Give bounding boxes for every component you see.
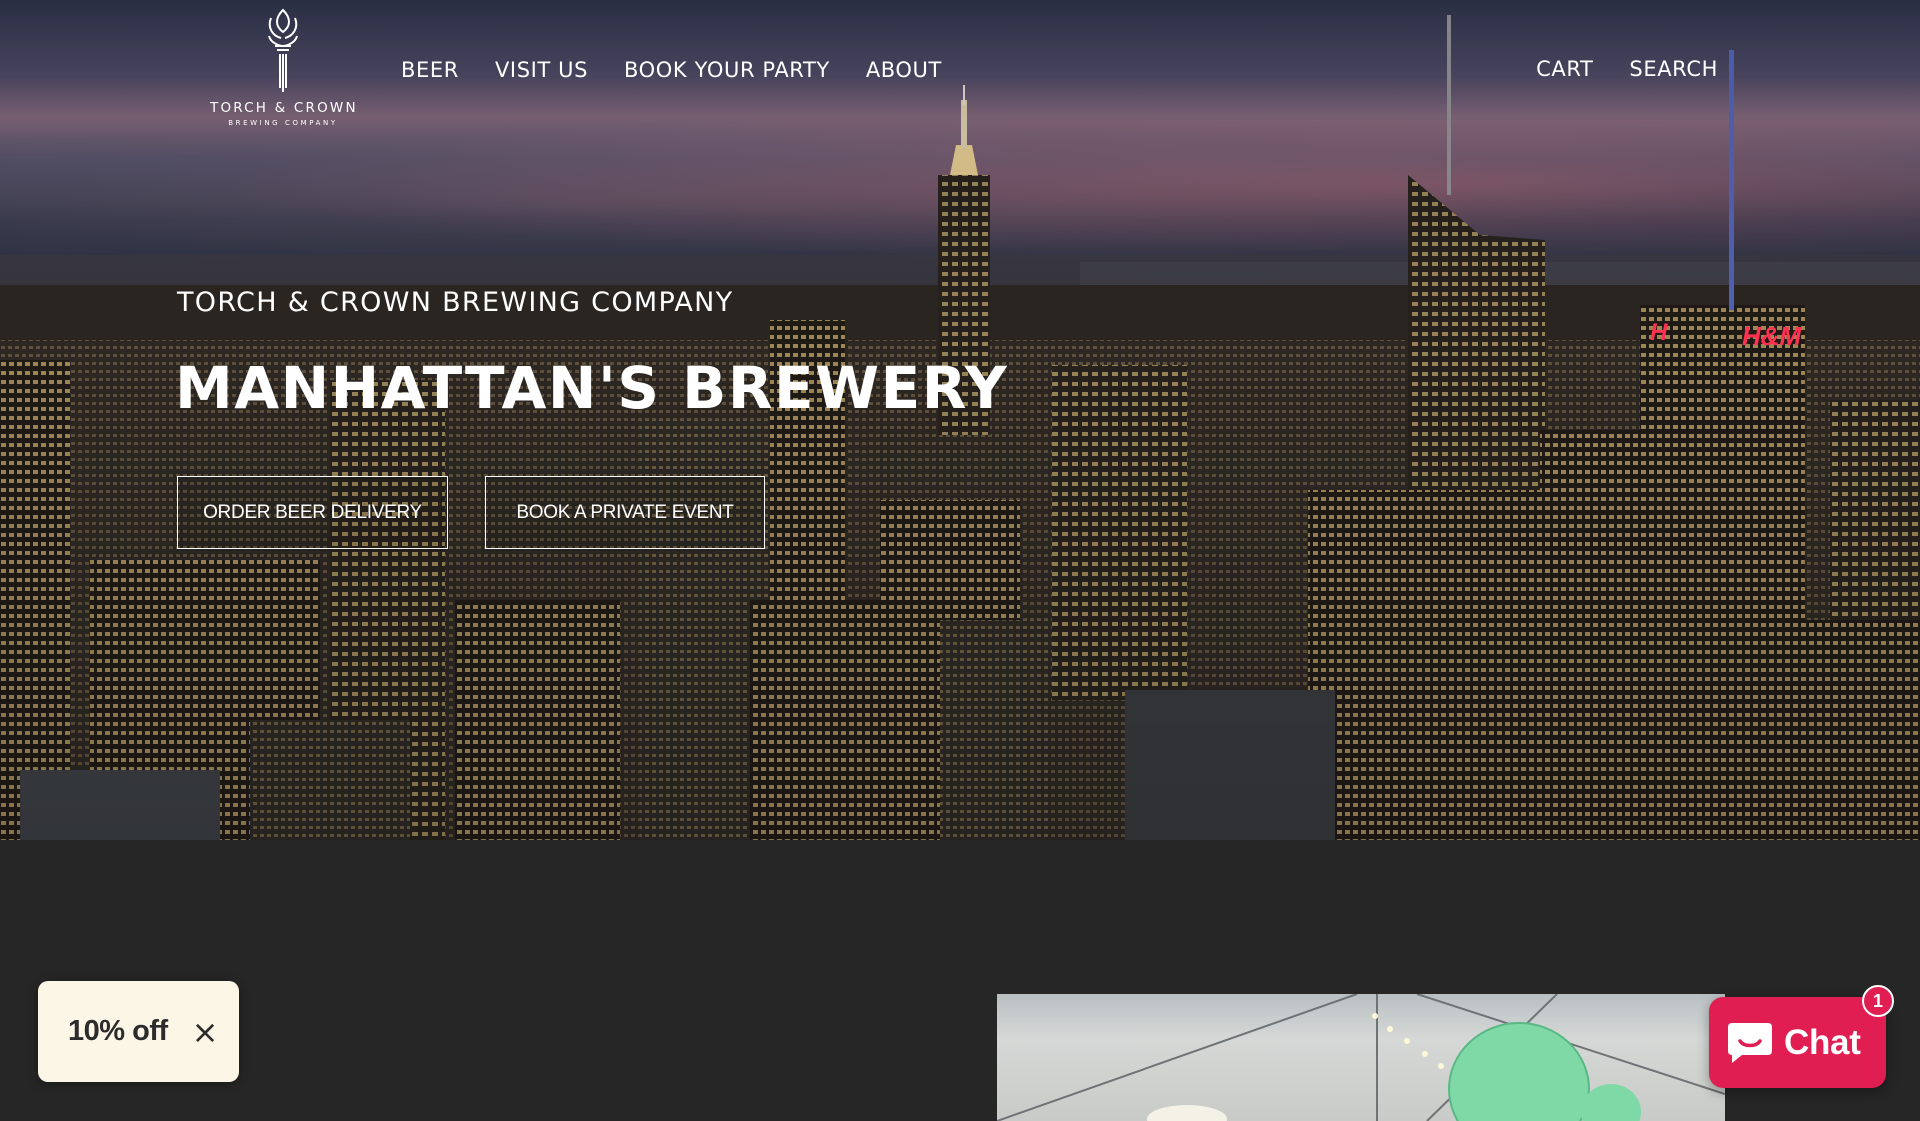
brand-logo[interactable]: TORCH & CROWN BREWING COMPANY [210, 6, 356, 127]
chat-label: Chat [1784, 1022, 1861, 1062]
torch-hop-icon [268, 8, 298, 92]
discount-tab[interactable]: 10% off × [38, 981, 239, 1082]
chat-notification-badge: 1 [1862, 985, 1894, 1017]
discount-label: 10% off [68, 1015, 168, 1047]
order-beer-delivery-button[interactable]: ORDER BEER DELIVERY [177, 476, 448, 549]
chat-bubble-icon [1728, 1022, 1772, 1063]
close-icon[interactable]: × [192, 1016, 219, 1048]
hero-eyebrow: TORCH & CROWN BREWING COMPANY [177, 287, 734, 318]
nav-item-visit-us[interactable]: VISIT US [495, 58, 588, 82]
nav-item-about[interactable]: ABOUT [866, 58, 942, 82]
nav-item-book-your-party[interactable]: BOOK YOUR PARTY [624, 58, 830, 82]
logo-wordmark: TORCH & CROWN [210, 100, 358, 116]
nav-item-beer[interactable]: BEER [401, 58, 459, 82]
search-link[interactable]: SEARCH [1629, 57, 1718, 81]
logo-tagline: BREWING COMPANY [228, 119, 338, 127]
tent-lanterns-image [997, 994, 1725, 1121]
cart-link[interactable]: CART [1536, 57, 1593, 81]
event-tent-photo [997, 994, 1725, 1121]
chat-button[interactable]: Chat [1709, 997, 1886, 1088]
main-nav: BEER VISIT US BOOK YOUR PARTY ABOUT [401, 58, 942, 82]
utility-nav: CART SEARCH [1536, 57, 1718, 81]
book-private-event-button[interactable]: BOOK A PRIVATE EVENT [485, 476, 765, 549]
hero-title: MANHATTAN'S BREWERY [175, 354, 1009, 422]
